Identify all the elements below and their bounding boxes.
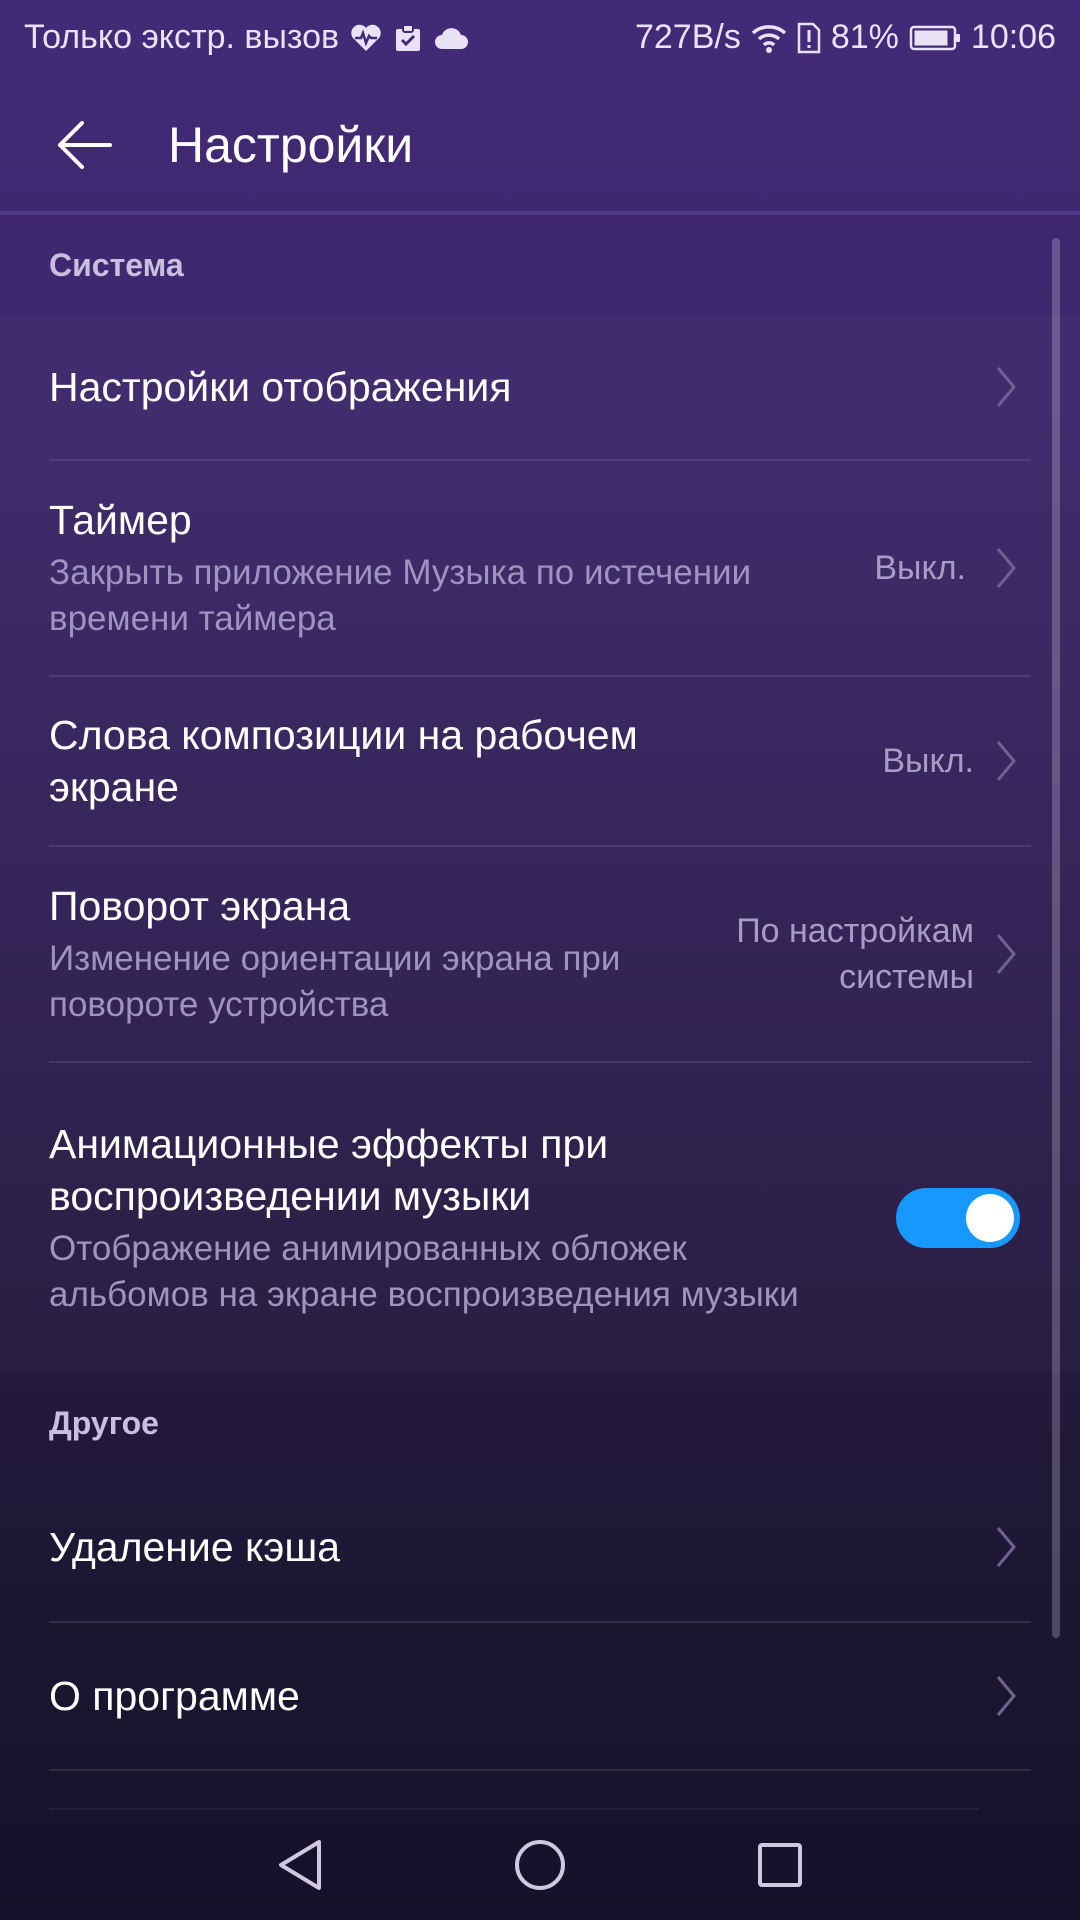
setting-title: Слова композиции на рабочем экране [49,712,638,810]
wifi-icon [751,23,787,53]
cloud-icon [433,25,469,51]
chevron-right-icon [996,548,1016,588]
home-circle-icon [515,1840,565,1890]
toggle-knob [966,1194,1014,1242]
setting-texts: О программе [49,1670,992,1722]
scrollbar[interactable] [1052,238,1060,1638]
status-right: 727B/s 81% 10:06 [635,18,1056,57]
setting-clear-cache[interactable]: Удаление кэша [0,1473,1080,1621]
setting-value: По настройкам системы [736,912,974,996]
setting-about[interactable]: О программе [0,1623,1080,1769]
chevron-right-icon [996,934,1016,974]
setting-subtitle: Изменение ориентации экрана при повороте… [49,939,621,1024]
setting-timer[interactable]: Таймер Закрыть приложение Музыка по исте… [0,461,1080,675]
setting-animation: Анимационные эффекты при воспроизведении… [0,1063,1080,1373]
clipboard-check-icon [393,23,423,53]
back-triangle-icon [279,1840,321,1890]
battery-percent-text: 81% [830,18,899,56]
animation-toggle[interactable] [896,1188,1020,1248]
battery-icon [909,24,961,52]
status-left: Только экстр. вызов [24,18,469,57]
setting-rotation[interactable]: Поворот экрана Изменение ориентации экра… [0,847,1080,1061]
nav-recents-button[interactable] [740,1825,820,1905]
status-bar: Только экстр. вызов 727B/s 81% 10:06 [0,0,1080,75]
chevron-right-icon [996,741,1016,781]
clock-text: 10:06 [970,18,1056,56]
setting-title: Удаление кэша [49,1524,341,1570]
section-system: Настройки отображения Таймер Закрыть при… [0,315,1080,1373]
heart-pulse-icon [349,23,383,53]
chevron-right-icon [996,1676,1016,1716]
setting-title: Анимационные эффекты при воспроизведении… [49,1121,609,1219]
setting-subtitle: Отображение анимированных обложек альбом… [49,1229,799,1314]
setting-texts: Поворот экрана Изменение ориентации экра… [49,880,704,1028]
navigation-bar [0,1810,1080,1920]
section-header-system: Система [49,246,184,283]
setting-texts: Анимационные эффекты при воспроизведении… [49,1118,876,1318]
setting-texts: Таймер Закрыть приложение Музыка по исте… [49,494,992,642]
page-title: Настройки [168,117,414,173]
setting-texts: Слова композиции на рабочем экране [49,709,882,813]
nav-back-button[interactable] [260,1825,340,1905]
app-bar: Настройки [0,75,1080,215]
setting-display[interactable]: Настройки отображения [0,315,1080,459]
setting-texts: Удаление кэша [49,1521,992,1573]
setting-subtitle: Закрыть приложение Музыка по истечении в… [49,553,752,638]
setting-lyrics[interactable]: Слова композиции на рабочем экране Выкл. [0,677,1080,845]
setting-value: Выкл. [874,549,966,587]
net-speed-text: 727B/s [634,18,741,56]
nav-home-button[interactable] [500,1825,580,1905]
back-button[interactable] [34,95,134,195]
carrier-status-text: Только экстр. вызов [24,18,340,56]
setting-title: Таймер [49,497,192,543]
setting-title: Настройки отображения [49,364,512,410]
arrow-left-icon [58,121,112,169]
recents-square-icon [758,1843,802,1887]
sim-alert-icon [797,22,821,54]
divider [49,1769,1031,1771]
setting-value: Выкл. [882,742,974,780]
setting-title: О программе [49,1673,300,1719]
chevron-right-icon [996,367,1016,407]
setting-texts: Настройки отображения [49,361,992,413]
setting-title: Поворот экрана [49,883,351,929]
section-header-other: Другое [49,1404,159,1441]
chevron-right-icon [996,1527,1016,1567]
settings-list: Система Настройки отображения Таймер Зак… [0,215,1080,1805]
